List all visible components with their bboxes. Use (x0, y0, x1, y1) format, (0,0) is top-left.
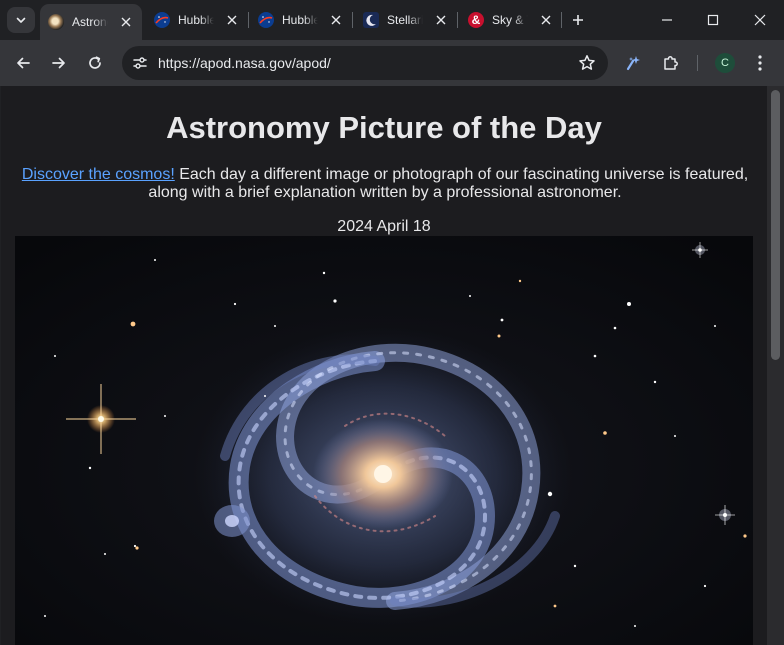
close-window-button[interactable] (737, 0, 783, 40)
tab-close-button[interactable] (433, 12, 449, 28)
tab-close-button[interactable] (328, 12, 344, 28)
tab-title: Stellarium (387, 13, 423, 27)
close-icon (541, 15, 551, 25)
tab-title: Sky & Telescope (492, 13, 528, 27)
minimize-button[interactable] (644, 0, 690, 40)
intro-paragraph: Discover the cosmos! Each day a differen… (15, 166, 755, 202)
tab-apod[interactable]: Astronomy Picture of the Day (40, 4, 142, 40)
tab-hubble-2[interactable]: Hubble (250, 4, 350, 36)
url-text[interactable]: https://apod.nasa.gov/apod/ (158, 55, 331, 71)
close-icon (227, 15, 237, 25)
nasa-meatball-icon (258, 12, 274, 28)
close-icon (754, 14, 766, 26)
apod-date: 2024 April 18 (337, 218, 431, 235)
tab-separator (457, 12, 458, 28)
tab-separator (352, 12, 353, 28)
ampersand-icon: & (468, 12, 484, 28)
extensions-menu-button[interactable] (660, 52, 682, 74)
profile-avatar[interactable]: C (715, 53, 735, 73)
close-icon (121, 17, 131, 27)
page-viewport: Astronomy Picture of the Day Discover th… (1, 86, 767, 645)
close-icon (436, 15, 446, 25)
bookmark-star-icon[interactable] (578, 54, 596, 72)
new-tab-button[interactable] (568, 10, 588, 30)
close-icon (331, 15, 341, 25)
address-bar[interactable]: https://apod.nasa.gov/apod/ (122, 46, 608, 80)
tab-separator (248, 12, 249, 28)
tab-close-button[interactable] (224, 12, 240, 28)
forward-button[interactable] (45, 49, 73, 77)
arrow-right-icon (52, 57, 65, 69)
tune-icon (133, 57, 147, 69)
tab-sky-telescope[interactable]: & Sky & Telescope (460, 4, 560, 36)
nasa-meatball-icon (154, 12, 170, 28)
puzzle-icon (664, 56, 678, 70)
minimize-icon (662, 19, 672, 21)
site-info-button[interactable] (128, 51, 152, 75)
maximize-button[interactable] (690, 0, 736, 40)
back-button[interactable] (9, 49, 37, 77)
tab-title: Astronomy Picture of the Day (72, 15, 108, 29)
tab-strip: Astronomy Picture of the Day Hubble Hubb… (0, 0, 784, 40)
toolbar-separator (697, 55, 698, 71)
reload-button[interactable] (81, 49, 109, 77)
page-scrollbar[interactable] (767, 86, 784, 645)
stellarium-moon-icon (363, 12, 379, 28)
spiral-galaxy-image[interactable] (15, 236, 753, 645)
tab-stellarium[interactable]: Stellarium (355, 4, 455, 36)
tab-close-button[interactable] (538, 12, 554, 28)
more-vertical-icon (758, 55, 762, 71)
scrollbar-thumb[interactable] (771, 90, 780, 360)
tab-title: Hubble (178, 13, 214, 27)
maximize-icon (707, 14, 719, 26)
extension-wand-icon (626, 56, 640, 71)
discover-cosmos-link[interactable]: Discover the cosmos! (22, 166, 175, 183)
tab-title: Hubble (282, 13, 318, 27)
arrow-left-icon (17, 57, 30, 69)
reload-icon (89, 56, 101, 69)
tab-hubble-1[interactable]: Hubble (146, 4, 246, 36)
plus-icon (573, 15, 583, 25)
page-title: Astronomy Picture of the Day (166, 110, 602, 145)
extension-button[interactable] (623, 52, 645, 74)
intro-text: Each day a different image or photograph… (148, 166, 749, 201)
tab-search-button[interactable] (7, 7, 35, 33)
chevron-down-icon (16, 17, 26, 23)
profile-initial: C (721, 57, 729, 69)
apod-galaxy-icon (48, 14, 64, 30)
tab-close-button[interactable] (118, 14, 134, 30)
browser-toolbar: https://apod.nasa.gov/apod/ (0, 40, 784, 86)
galaxy-illustration (15, 236, 753, 645)
tab-separator (561, 12, 562, 28)
menu-button[interactable] (749, 52, 771, 74)
